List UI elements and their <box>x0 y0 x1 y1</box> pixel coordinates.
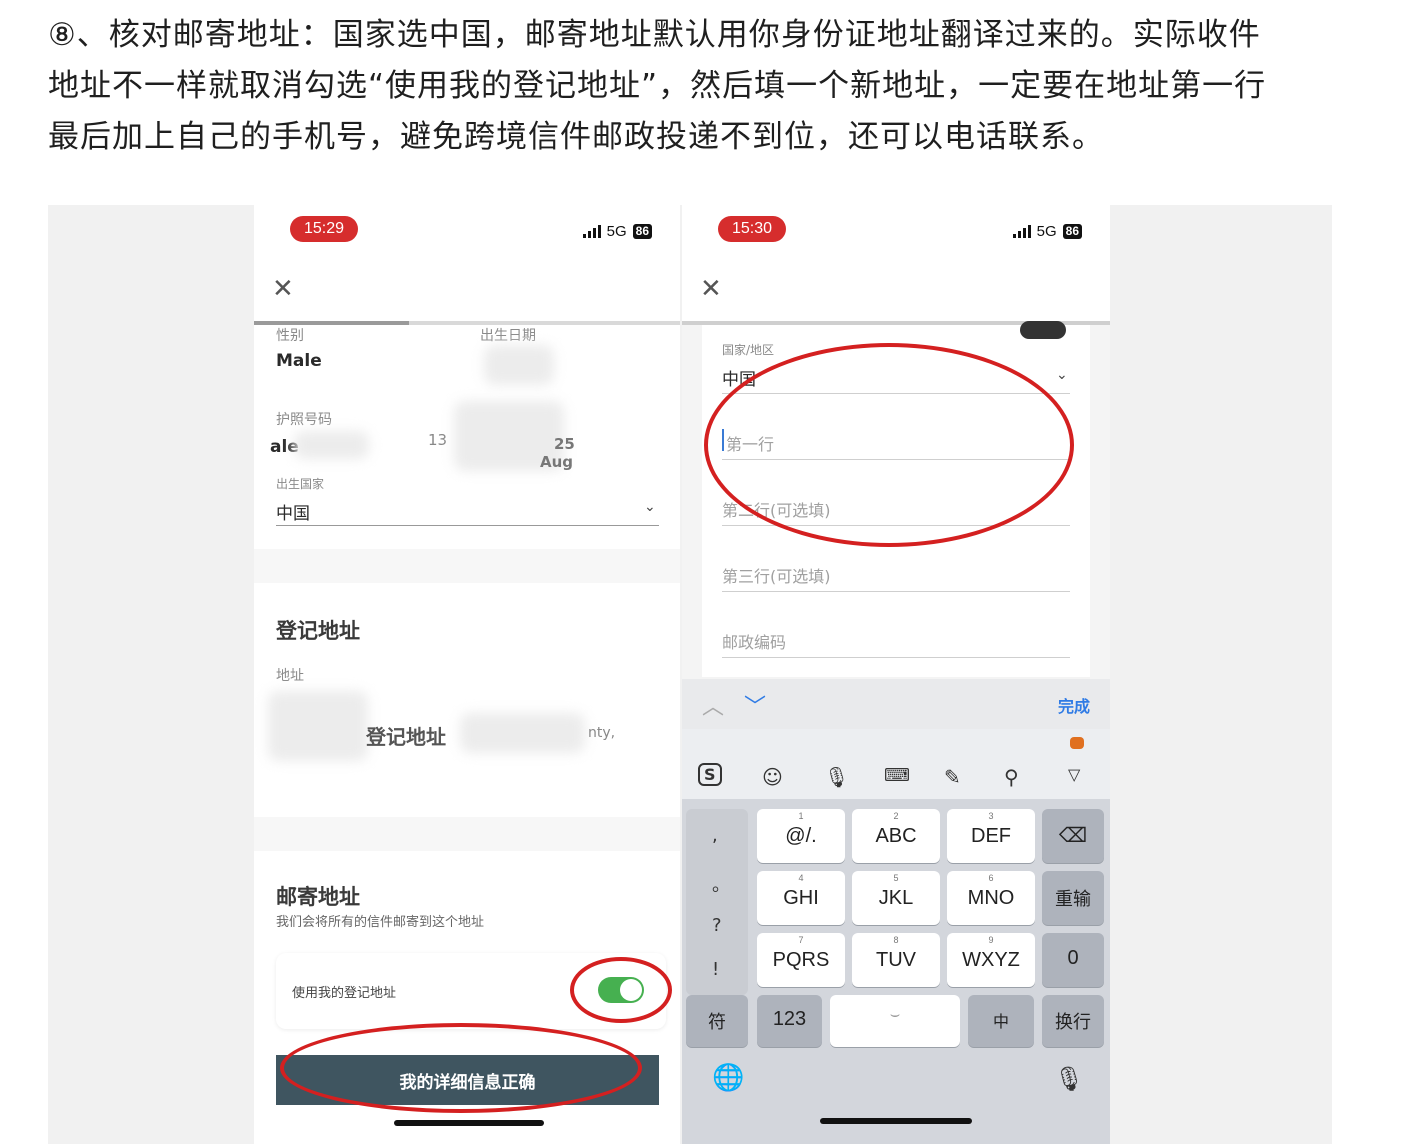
key-5[interactable]: 5 JKL <box>852 871 940 925</box>
expiry-fragment-2: Aug <box>540 453 574 471</box>
chevron-down-icon[interactable]: ⌄ <box>644 499 656 515</box>
use-reg-address-toggle-off[interactable] <box>1020 321 1066 339</box>
address-tail: nty, <box>588 725 616 741</box>
home-indicator <box>394 1120 544 1126</box>
ime-toolbar: S ☺ 🎙 ⌨ ✎ ⚲ ▽ <box>682 729 1110 799</box>
handwriting-icon[interactable]: ✎ <box>944 765 961 789</box>
country-label: 国家/地区 <box>722 343 775 357</box>
right-phone-screen: 15:30 5G 86 ✕ 国家/地区 中国 ⌄ 第一行 第二行(可选填) 第三… <box>682 205 1110 1144</box>
backspace-icon: ⌫ <box>1058 825 1088 847</box>
network-type: 5G <box>1036 223 1057 240</box>
highlight-toggle <box>570 957 672 1023</box>
passport-label: 护照号码 <box>276 412 332 428</box>
status-bar: 15:29 5G 86 <box>254 205 680 265</box>
article-paragraph: ⑧、核对邮寄地址：国家选中国，邮寄地址默认用你身份证地址翻译过来的。实际收件 地… <box>48 10 1348 163</box>
header-bar <box>682 265 1110 321</box>
left-phone-screen: 15:29 5G 86 ✕ 性别 Male 出生日期 护照号码 护 ale 13… <box>254 205 680 1144</box>
battery-icon: 86 <box>1062 224 1082 239</box>
key-0[interactable]: 0 <box>1042 933 1104 987</box>
status-signal: 5G 86 <box>1012 223 1082 240</box>
postcode-underline <box>722 657 1070 658</box>
use-reg-address-label: 使用我的登记地址 <box>292 986 397 1001</box>
emoji-icon[interactable]: ☺ <box>762 765 783 789</box>
punct-exclaim[interactable]: ! <box>712 959 719 980</box>
search-icon[interactable]: ⚲ <box>1004 765 1019 789</box>
keyboard-toolbar: ︿ ﹀ 完成 <box>682 679 1110 729</box>
address-label: 地址 <box>276 668 304 684</box>
dictation-mic-icon[interactable]: 🎙 <box>1054 1065 1084 1093</box>
postcode-input[interactable]: 邮政编码 <box>722 629 786 653</box>
key-3[interactable]: 3 DEF <box>947 809 1035 863</box>
done-button[interactable]: 完成 <box>1058 693 1090 717</box>
birth-country-value[interactable]: 中国 <box>276 499 310 524</box>
article-line-1: ⑧、核对邮寄地址：国家选中国，邮寄地址默认用你身份证地址翻译过来的。实际收件 <box>48 17 1261 53</box>
prev-field-icon[interactable]: ︿ <box>702 689 724 721</box>
newline-key[interactable]: 换行 <box>1042 995 1104 1047</box>
chevron-down-icon[interactable]: ⌄ <box>1056 367 1068 383</box>
retype-key[interactable]: 重输 <box>1042 871 1104 925</box>
section-separator <box>254 549 680 583</box>
numbers-key[interactable]: 123 <box>757 995 822 1047</box>
keyboard: , 。 ? ! 1 @/. 2 ABC 3 DEF ⌫ 4 GHI 5 JKL 6 MNO … <box>682 799 1110 1144</box>
space-key[interactable]: ⌣ <box>830 995 960 1047</box>
home-indicator <box>820 1118 972 1124</box>
article-line-3: 最后加上自己的手机号，避免跨境信件邮政投递不到位，还可以电话联系。 <box>48 119 1104 155</box>
issue-fragment: 13 <box>428 431 448 449</box>
network-type: 5G <box>606 223 627 240</box>
next-field-icon[interactable]: ﹀ <box>744 689 766 721</box>
expiry-fragment-1: 25 <box>554 435 575 453</box>
key-9[interactable]: 9 WXYZ <box>947 933 1035 987</box>
globe-icon[interactable]: 🌐 <box>712 1063 744 1093</box>
signal-bars-icon <box>1012 225 1031 238</box>
microphone-icon[interactable]: 🎙 <box>824 765 849 789</box>
ime-mascot-icon <box>1070 737 1084 749</box>
status-signal: 5G 86 <box>582 223 652 240</box>
redacted-address-2 <box>460 713 585 753</box>
address-value: 登记地址 <box>366 725 446 749</box>
mailing-title: 邮寄地址 <box>276 885 360 909</box>
key-4[interactable]: 4 GHI <box>757 871 845 925</box>
highlight-address-lines <box>704 343 1074 547</box>
line3-underline <box>722 591 1070 592</box>
key-2[interactable]: 2 ABC <box>852 809 940 863</box>
symbols-key[interactable]: 符 <box>686 995 748 1047</box>
birth-country-label: 出生国家 <box>276 477 325 491</box>
birth-country-underline <box>276 525 659 526</box>
key-8[interactable]: 8 TUV <box>852 933 940 987</box>
section-separator-2 <box>254 817 680 851</box>
language-switch-key[interactable]: 中 <box>968 995 1034 1047</box>
redacted-dob <box>484 345 554 385</box>
battery-icon: 86 <box>632 224 652 239</box>
status-bar: 15:30 5G 86 <box>682 205 1110 265</box>
reg-address-title: 登记地址 <box>276 619 360 643</box>
punct-comma[interactable]: , <box>712 825 718 846</box>
key-6[interactable]: 6 MNO <box>947 871 1035 925</box>
keyboard-layout-icon[interactable]: ⌨ <box>884 765 910 786</box>
redacted-address-1 <box>268 691 368 761</box>
backspace-key[interactable]: ⌫ <box>1042 809 1104 863</box>
gender-value: Male <box>276 351 322 371</box>
gender-label: 性别 <box>276 328 304 344</box>
signal-bars-icon <box>582 225 601 238</box>
key-1[interactable]: 1 @/. <box>757 809 845 863</box>
collapse-keyboard-icon[interactable]: ▽ <box>1068 765 1080 784</box>
dob-label: 出生日期 <box>480 328 536 344</box>
close-icon[interactable]: ✕ <box>700 275 722 303</box>
punct-question[interactable]: ? <box>712 915 722 936</box>
sogou-logo-icon[interactable]: S <box>698 763 722 786</box>
mailing-description: 我们会将所有的信件邮寄到这个地址 <box>276 915 485 930</box>
redacted-passport <box>294 431 369 459</box>
key-7[interactable]: 7 PQRS <box>757 933 845 987</box>
status-time: 15:30 <box>718 216 787 242</box>
article-line-2: 地址不一样就取消勾选“使用我的登记地址”，然后填一个新地址，一定要在地址第一行 <box>48 68 1267 104</box>
highlight-confirm-button <box>280 1023 642 1113</box>
address-line-3-input[interactable]: 第三行(可选填) <box>722 563 831 587</box>
progress-track <box>409 321 680 325</box>
space-mic-icon: ⌣ <box>889 1006 901 1023</box>
close-icon[interactable]: ✕ <box>272 275 294 303</box>
punct-period[interactable]: 。 <box>712 871 730 897</box>
status-time: 15:29 <box>290 216 359 242</box>
